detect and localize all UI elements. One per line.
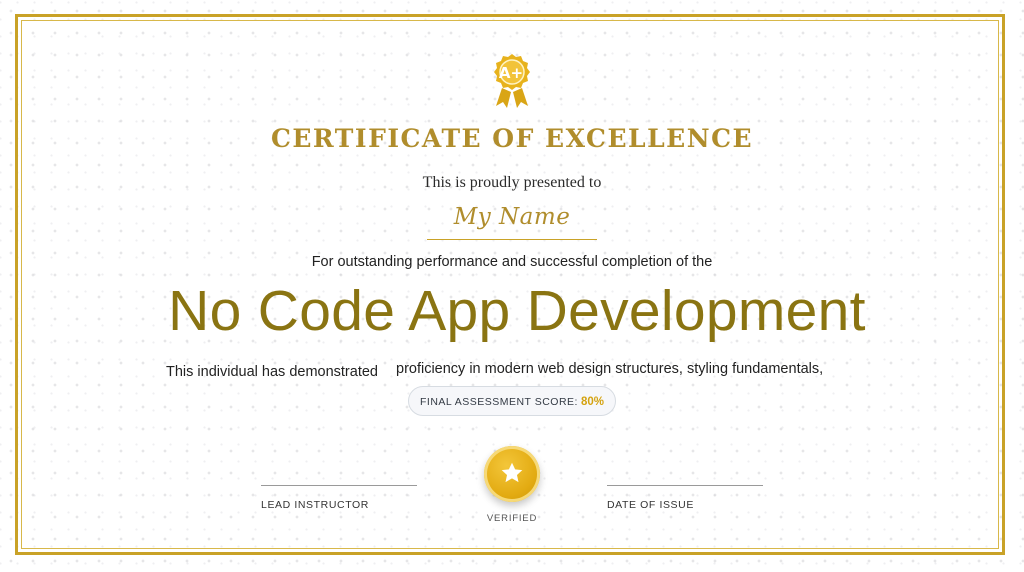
badge-text: A+ [499, 64, 523, 82]
certificate-title: CERTIFICATE OF EXCELLENCE [270, 124, 754, 153]
recipient-underline [427, 239, 597, 240]
certificate-page: A+ CERTIFICATE OF EXCELLENCE This is pro… [0, 0, 1024, 572]
score-label: FINAL ASSESSMENT SCORE: [420, 396, 578, 408]
date-of-issue-signature-line [607, 485, 763, 486]
lead-instructor-signature-line [261, 485, 417, 486]
verified-label: VERIFIED [486, 513, 538, 524]
a-plus-ribbon-icon: A+ [488, 52, 536, 110]
demonstrated-text-part2: proficiency in modern web design structu… [396, 361, 824, 377]
demonstrated-text-part1: This individual has demonstrated [166, 364, 378, 380]
recipient-name: My Name [453, 204, 571, 230]
date-of-issue-label: DATE OF ISSUE [607, 499, 694, 511]
star-icon [501, 462, 523, 483]
score-value: 80% [580, 396, 604, 408]
presented-to-text: This is proudly presented to [422, 174, 602, 191]
lead-instructor-label: LEAD INSTRUCTOR [261, 499, 369, 511]
score-badge: FINAL ASSESSMENT SCORE: 80% [408, 386, 616, 416]
verified-seal [484, 446, 540, 502]
completion-text: For outstanding performance and successf… [311, 254, 713, 270]
